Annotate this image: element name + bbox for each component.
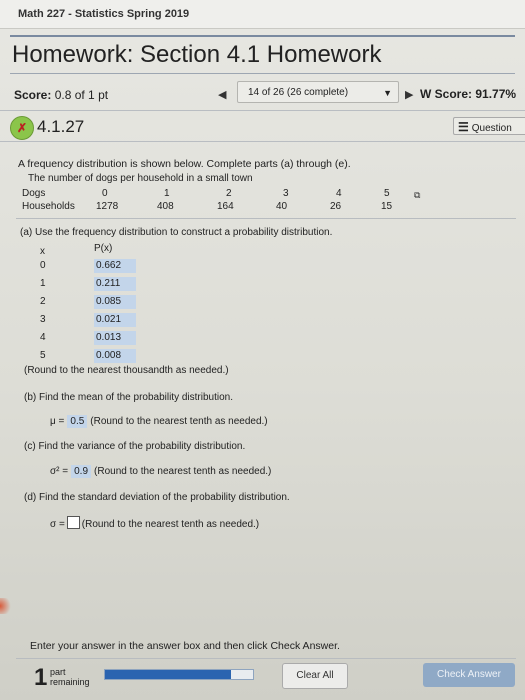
px-answer-field[interactable]: 0.021 <box>94 313 136 327</box>
partial-credit-icon: ✗ <box>10 116 34 140</box>
parts-label-line1: part <box>50 667 66 677</box>
part-c-prompt: (c) Find the variance of the probability… <box>24 441 246 452</box>
x-value: 3 <box>40 314 46 325</box>
progress-bar-fill <box>105 670 231 679</box>
x-value: 1 <box>40 278 46 289</box>
homework-title: Homework: Section 4.1 Homework <box>10 35 515 74</box>
copy-data-icon[interactable]: ⧉ <box>414 190 420 201</box>
std-dev-answer-field[interactable] <box>66 516 80 529</box>
px-answer-field[interactable]: 0.662 <box>94 259 136 273</box>
table-caption: The number of dogs per household in a sm… <box>28 173 253 184</box>
households-row-label: Households <box>22 201 75 212</box>
dogs-cell: 3 <box>283 188 289 199</box>
part-c-note: (Round to the nearest tenth as needed.) <box>94 466 272 477</box>
check-answer-button[interactable]: Check Answer <box>423 663 515 687</box>
px-answer-field[interactable]: 0.085 <box>94 295 136 309</box>
hw-score-value: 91.77% <box>475 87 517 101</box>
households-cell: 15 <box>381 201 393 212</box>
score-value: 0.8 of 1 pt <box>54 88 109 102</box>
hw-score-label: W Score: <box>420 87 473 101</box>
px-header: P(x) <box>94 243 113 254</box>
question-score: Score: 0.8 of 1 pt <box>14 88 108 102</box>
triangle-left-icon[interactable]: ◀ <box>218 88 226 101</box>
question-navigator-dropdown[interactable]: 14 of 26 (26 complete) ▼ <box>237 81 399 103</box>
x-value: 4 <box>40 332 46 343</box>
question-content: A frequency distribution is shown below.… <box>0 154 525 530</box>
parts-remaining-count: 1 <box>34 664 48 691</box>
households-cell: 26 <box>330 201 342 212</box>
dogs-cell: 0 <box>102 188 108 199</box>
part-d-prompt: (d) Find the standard deviation of the p… <box>24 492 290 503</box>
homework-page: Math 227 - Statistics Spring 2019 Homewo… <box>0 0 525 700</box>
edge-glare <box>0 598 12 614</box>
px-answer-field[interactable]: 0.013 <box>94 331 136 345</box>
part-d-note: (Round to the nearest tenth as needed.) <box>81 519 260 530</box>
course-title: Math 227 - Statistics Spring 2019 <box>0 0 525 29</box>
part-b-note: (Round to the nearest tenth as needed.) <box>90 416 268 427</box>
x-value: 5 <box>40 350 46 361</box>
footer-divider <box>16 658 516 659</box>
question-position: 14 of 26 (26 complete) <box>248 87 349 98</box>
intro-text: A frequency distribution is shown below.… <box>18 158 351 170</box>
dogs-cell: 5 <box>384 188 390 199</box>
x-header: x <box>40 246 45 257</box>
instructions-text: Enter your answer in the answer box and … <box>30 640 340 652</box>
parts-remaining-label: part remaining <box>50 667 90 687</box>
progress-bar <box>104 669 254 680</box>
question-list-label: Question <box>471 123 512 134</box>
x-value: 2 <box>40 296 46 307</box>
variance-answer-field[interactable]: 0.9 <box>71 465 92 478</box>
households-cell: 40 <box>276 201 288 212</box>
dogs-cell: 4 <box>336 188 342 199</box>
part-b-prompt: (b) Find the mean of the probability dis… <box>24 392 233 403</box>
sigma-symbol: σ = <box>50 519 65 530</box>
dogs-row-label: Dogs <box>22 188 46 199</box>
part-a-prompt: (a) Use the frequency distribution to co… <box>20 227 333 238</box>
triangle-right-icon[interactable]: ▶ <box>405 88 413 101</box>
question-number: 4.1.27 <box>37 117 85 136</box>
question-bar: ✗ 4.1.27 ☰ Question <box>0 111 525 142</box>
part-a-note: (Round to the nearest thousandth as need… <box>24 365 229 376</box>
households-cell: 1278 <box>96 201 119 212</box>
score-label: Score: <box>14 88 52 102</box>
mean-answer-row: μ = 0.5 (Round to the nearest tenth as nee… <box>50 415 268 428</box>
divider <box>16 218 516 219</box>
mu-symbol: μ = <box>50 416 65 427</box>
variance-answer-row: σ² = 0.9 (Round to the nearest tenth as ne… <box>50 465 271 478</box>
x-value: 0 <box>40 260 46 271</box>
dogs-cell: 2 <box>226 188 232 199</box>
px-answer-field[interactable]: 0.211 <box>94 277 136 291</box>
question-list-button[interactable]: ☰ Question <box>453 117 525 135</box>
dogs-cell: 1 <box>164 188 170 199</box>
clear-all-button[interactable]: Clear All <box>282 663 348 689</box>
parts-label-line2: remaining <box>50 677 90 687</box>
std-dev-answer-row: σ = (Round to the nearest tenth as needed… <box>50 516 259 530</box>
triangle-down-icon: ▼ <box>383 88 392 98</box>
px-answer-field[interactable]: 0.008 <box>94 349 136 363</box>
score-bar: Score: 0.8 of 1 pt ◀ 14 of 26 (26 comple… <box>0 78 525 111</box>
sigma-squared-symbol: σ² = <box>50 466 69 477</box>
list-icon: ☰ <box>458 120 469 134</box>
households-cell: 408 <box>157 201 174 212</box>
homework-score: W Score: 91.77% <box>420 87 516 101</box>
mean-answer-field[interactable]: 0.5 <box>67 415 88 428</box>
households-cell: 164 <box>217 201 234 212</box>
